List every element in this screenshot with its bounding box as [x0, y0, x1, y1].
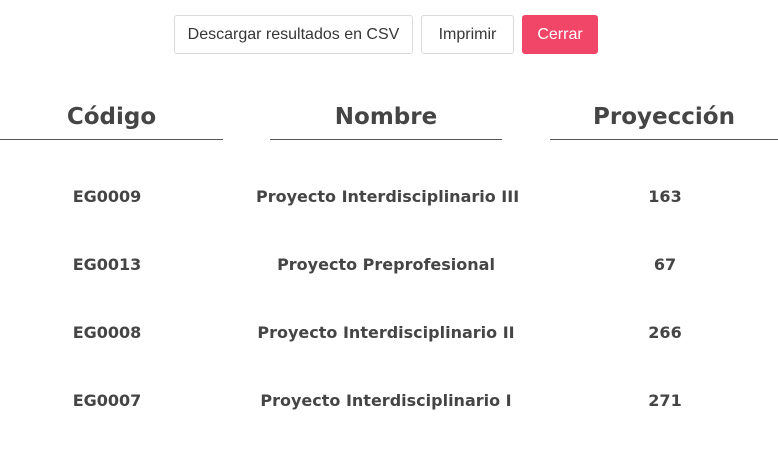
- table-row: EG0008 Proyecto Interdisciplinario II 26…: [0, 318, 778, 348]
- cell-projection: 67: [653, 255, 677, 274]
- cell-name: Proyecto Interdisciplinario II: [257, 323, 515, 342]
- download-csv-button[interactable]: Descargar resultados en CSV: [174, 15, 413, 54]
- column-header-code: Código: [0, 97, 223, 140]
- cell-name: Proyecto Preprofesional: [277, 255, 495, 274]
- cell-projection: 266: [648, 323, 682, 342]
- toolbar: Descargar resultados en CSV Imprimir Cer…: [0, 15, 778, 55]
- cell-code: EG0007: [72, 391, 142, 410]
- cell-code: EG0009: [72, 187, 142, 206]
- cell-projection: 271: [648, 391, 682, 410]
- table-row: EG0013 Proyecto Preprofesional 67: [0, 250, 778, 280]
- cell-code: EG0008: [72, 323, 142, 342]
- cell-name: Proyecto Interdisciplinario III: [256, 187, 520, 206]
- table-row: EG0009 Proyecto Interdisciplinario III 1…: [0, 182, 778, 212]
- column-header-projection: Proyección: [550, 97, 778, 140]
- results-modal: Descargar resultados en CSV Imprimir Cer…: [0, 0, 778, 456]
- table-row: EG0007 Proyecto Interdisciplinario I 271: [0, 386, 778, 416]
- cell-code: EG0013: [72, 255, 142, 274]
- close-button[interactable]: Cerrar: [522, 15, 598, 54]
- cell-projection: 163: [648, 187, 682, 206]
- cell-name: Proyecto Interdisciplinario I: [260, 391, 512, 410]
- column-header-name: Nombre: [270, 97, 502, 140]
- print-button[interactable]: Imprimir: [421, 15, 514, 54]
